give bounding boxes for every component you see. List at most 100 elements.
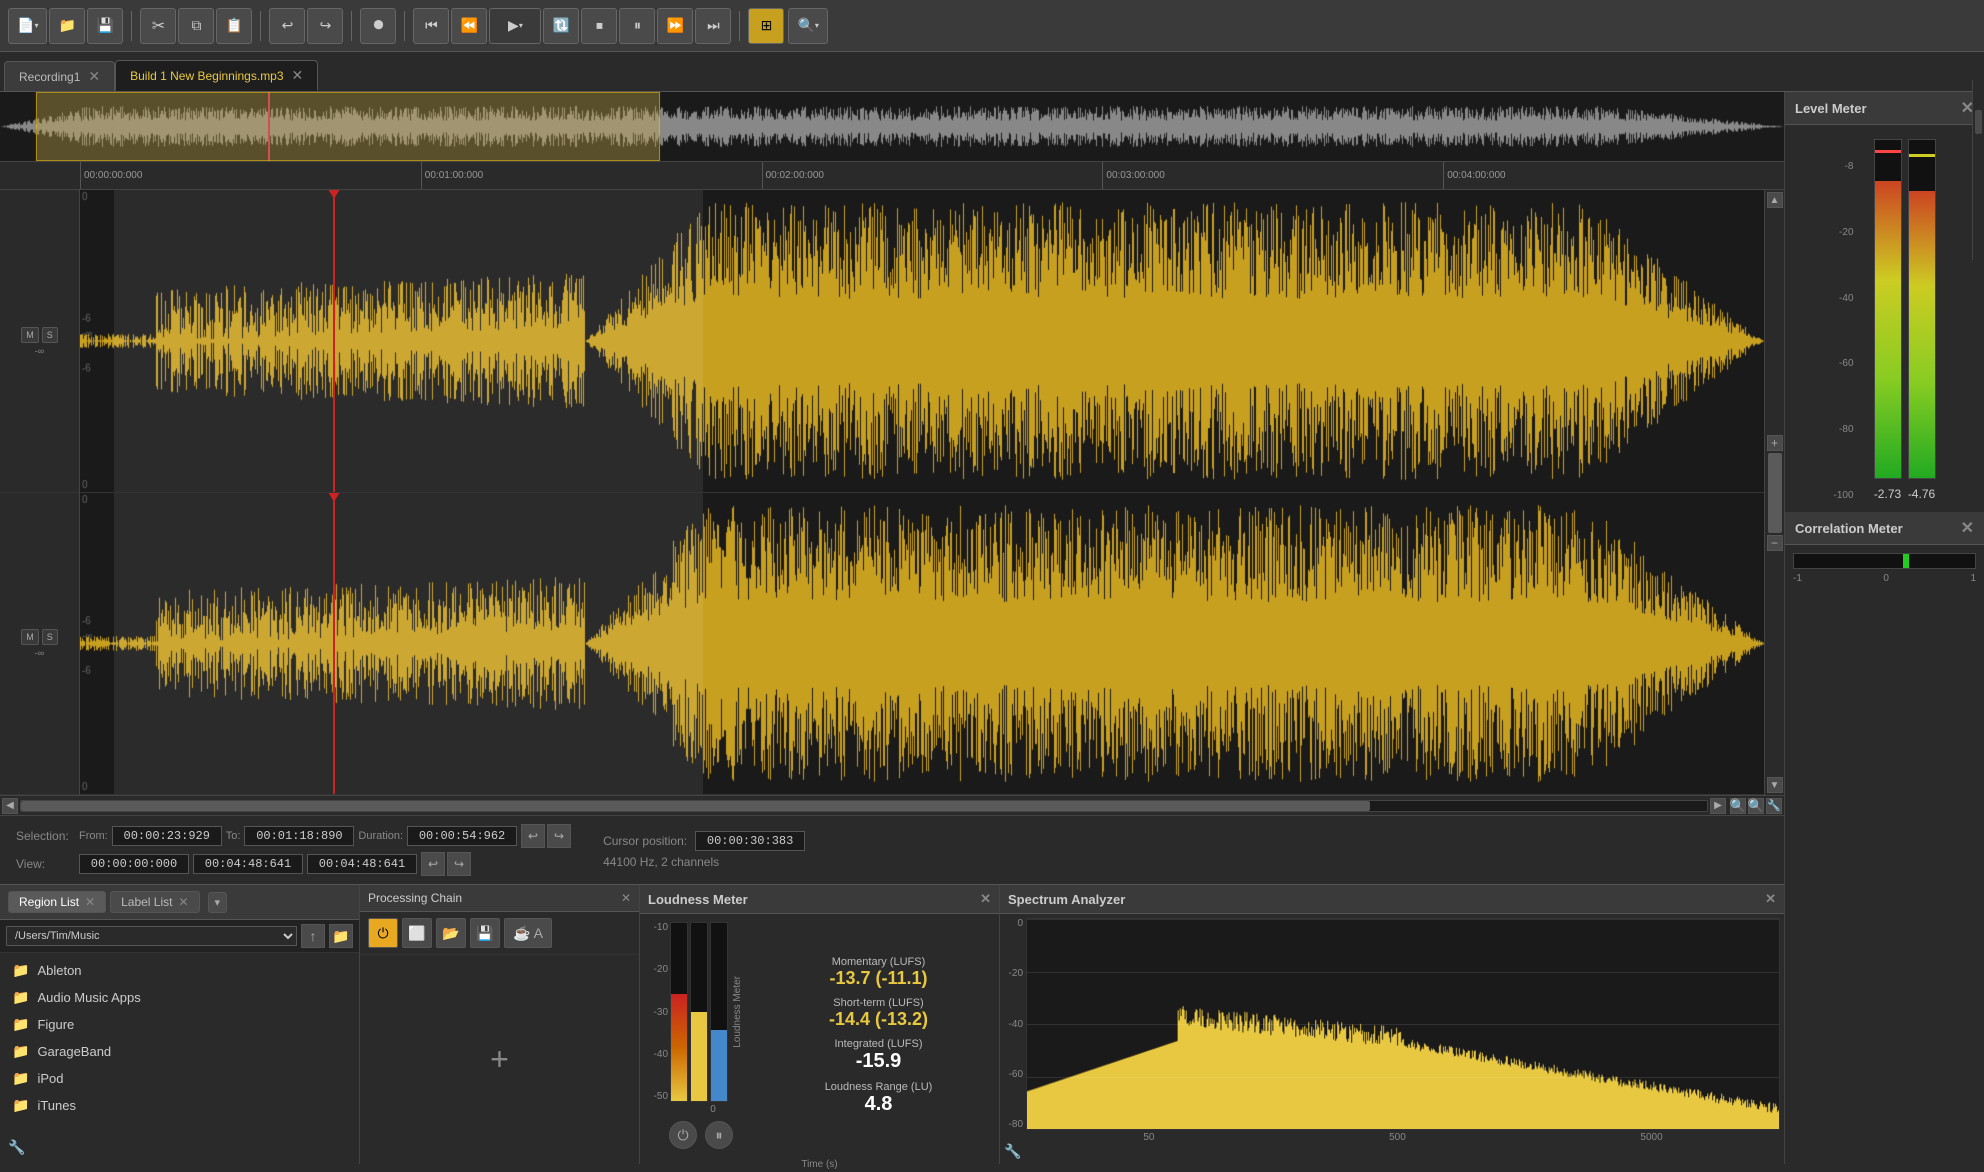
loudness-y-scale: -10 -20 -30 -40 -50 — [648, 922, 668, 1102]
track-scrollbar[interactable]: ▲ + − ▼ — [1764, 190, 1784, 795]
save-button[interactable]: 💾 — [87, 8, 123, 44]
correlation-meter-close[interactable]: ✕ — [1961, 518, 1974, 538]
open-button[interactable]: 📁 — [49, 8, 85, 44]
spectrum-close[interactable]: ✕ — [1765, 891, 1776, 907]
sel-undo[interactable]: ↩ — [521, 824, 545, 848]
loudness-close[interactable]: ✕ — [980, 891, 991, 907]
timeline-ruler: 00:00:00:000 00:01:00:000 00:02:00:000 0… — [0, 162, 1784, 190]
overview-waveform[interactable] — [0, 92, 1784, 162]
zoom-in-right[interactable]: + — [1767, 435, 1783, 451]
zoom-tool-button[interactable]: 🔍▾ — [788, 8, 827, 44]
spectrum-canvas — [1027, 919, 1779, 1129]
proc-new-button[interactable]: ⬜ — [402, 918, 432, 948]
pause-button[interactable]: ⏸ — [619, 8, 655, 44]
tab-build1-close[interactable]: ✕ — [292, 67, 304, 84]
copy-button[interactable]: ⧉ — [178, 8, 214, 44]
panel-tab-arrow[interactable]: ▾ — [208, 892, 228, 913]
stop-button[interactable]: ⏹ — [581, 8, 617, 44]
loudness-power-btn[interactable]: ⏻ — [669, 1121, 697, 1149]
fast-forward-button[interactable]: ⏩ — [657, 8, 693, 44]
integrated-value: -15.9 — [766, 1050, 991, 1073]
label-list-close[interactable]: ✕ — [178, 895, 188, 909]
file-item-audio-music-apps[interactable]: 📁 Audio Music Apps — [0, 984, 359, 1011]
spectrum-wrench[interactable]: 🔧 — [1004, 1143, 1021, 1160]
track2-mute[interactable]: M — [21, 629, 39, 645]
region-list-label: Region List — [19, 895, 79, 909]
cut-button[interactable]: ✂ — [140, 8, 176, 44]
cursor-row: Cursor position: — [603, 831, 805, 851]
zoom-out-right[interactable]: − — [1767, 535, 1783, 551]
to-input[interactable] — [244, 826, 354, 846]
file-item-ipod[interactable]: 📁 iPod — [0, 1065, 359, 1092]
rewind-button[interactable]: ⏪ — [451, 8, 487, 44]
short-term-value: -14.4 (-13.2) — [766, 1009, 991, 1030]
file-item-itunes[interactable]: 📁 iTunes — [0, 1092, 359, 1119]
from-row: From: To: Duration: ↩ ↪ — [79, 824, 571, 848]
redo-button[interactable]: ↪ — [307, 8, 343, 44]
file-item-ableton[interactable]: 📁 Ableton — [0, 957, 359, 984]
cursor-input[interactable] — [695, 831, 805, 851]
tab-recording1-close[interactable]: ✕ — [88, 68, 100, 85]
track1-solo[interactable]: S — [42, 327, 58, 343]
snap-button[interactable]: ⊞ — [748, 8, 784, 44]
loudness-header: Loudness Meter ✕ — [640, 885, 999, 914]
loop-button[interactable]: 🔃 — [543, 8, 579, 44]
sel-redo[interactable]: ↪ — [547, 824, 571, 848]
track2-solo[interactable]: S — [42, 629, 58, 645]
view-from-input[interactable] — [79, 854, 189, 874]
duration-input[interactable] — [407, 826, 517, 846]
left-level-fill — [1875, 181, 1901, 478]
undo-redo-view: ↩ ↪ — [421, 852, 471, 876]
play-button[interactable]: ▶▾ — [489, 8, 541, 44]
sample-info: 44100 Hz, 2 channels — [603, 855, 719, 869]
view-undo[interactable]: ↩ — [421, 852, 445, 876]
view-to-input[interactable] — [193, 854, 303, 874]
track1-mute[interactable]: M — [21, 327, 39, 343]
file-up-button[interactable]: ↑ — [301, 924, 325, 948]
waveform-track-2[interactable] — [80, 493, 1764, 796]
view-redo[interactable]: ↪ — [447, 852, 471, 876]
proc-add-button[interactable]: + — [490, 1041, 509, 1078]
zoom-out-h[interactable]: 🔍 — [1748, 798, 1764, 814]
h-scroll-left[interactable]: ◀ — [2, 798, 18, 814]
loudness-pause-btn[interactable]: ⏸ — [705, 1121, 733, 1149]
h-scroll-track[interactable] — [20, 800, 1708, 812]
file-folder-button[interactable]: 📁 — [329, 924, 353, 948]
proc-save-button[interactable]: 💾 — [470, 918, 500, 948]
ruler-mark-4: 00:04:00:000 — [1443, 162, 1784, 189]
file-list-scrollbar[interactable] — [1972, 80, 1984, 260]
file-item-figure[interactable]: 📁 Figure — [0, 1011, 359, 1038]
region-list-close[interactable]: ✕ — [85, 895, 95, 909]
proc-extra-button[interactable]: ☕ A — [504, 918, 552, 948]
undo-button[interactable]: ↩ — [269, 8, 305, 44]
record-button[interactable]: ⏺ — [360, 8, 396, 44]
view-duration-input[interactable] — [307, 854, 417, 874]
proc-open-button[interactable]: 📂 — [436, 918, 466, 948]
correlation-content: -1 0 1 — [1785, 545, 1984, 592]
tab-recording1-label: Recording1 — [19, 70, 80, 84]
scroll-down-btn[interactable]: ▼ — [1767, 777, 1783, 793]
proc-chain-close[interactable]: ✕ — [621, 891, 631, 905]
h-scroll-thumb[interactable] — [21, 801, 1370, 811]
file-path-select[interactable]: /Users/Tim/Music — [6, 926, 297, 946]
from-input[interactable] — [112, 826, 222, 846]
tab-region-list[interactable]: Region List ✕ — [8, 891, 106, 913]
tab-label-list[interactable]: Label List ✕ — [110, 891, 199, 913]
file-list-scroll-thumb[interactable] — [1975, 110, 1982, 134]
scroll-up-btn[interactable]: ▲ — [1767, 192, 1783, 208]
zoom-in-h[interactable]: 🔍 — [1730, 798, 1746, 814]
paste-button[interactable]: 📋 — [216, 8, 252, 44]
folder-icon-garageband: 📁 — [12, 1043, 29, 1060]
tab-build1[interactable]: Build 1 New Beginnings.mp3 ✕ — [115, 60, 318, 91]
level-meter-wrench[interactable]: 🔧 — [8, 1139, 25, 1156]
h-scroll-right[interactable]: ▶ — [1710, 798, 1726, 814]
skip-end-button[interactable]: ⏭ — [695, 8, 731, 44]
scroll-thumb[interactable] — [1768, 453, 1782, 533]
file-item-garageband[interactable]: 📁 GarageBand — [0, 1038, 359, 1065]
skip-start-button[interactable]: ⏮ — [413, 8, 449, 44]
proc-power-button[interactable]: ⏻ — [368, 918, 398, 948]
waveform-track-1[interactable] — [80, 190, 1764, 493]
tab-recording1[interactable]: Recording1 ✕ — [4, 61, 115, 91]
wrench-button[interactable]: 🔧 — [1766, 798, 1782, 814]
new-button[interactable]: 📄▾ — [8, 8, 47, 44]
